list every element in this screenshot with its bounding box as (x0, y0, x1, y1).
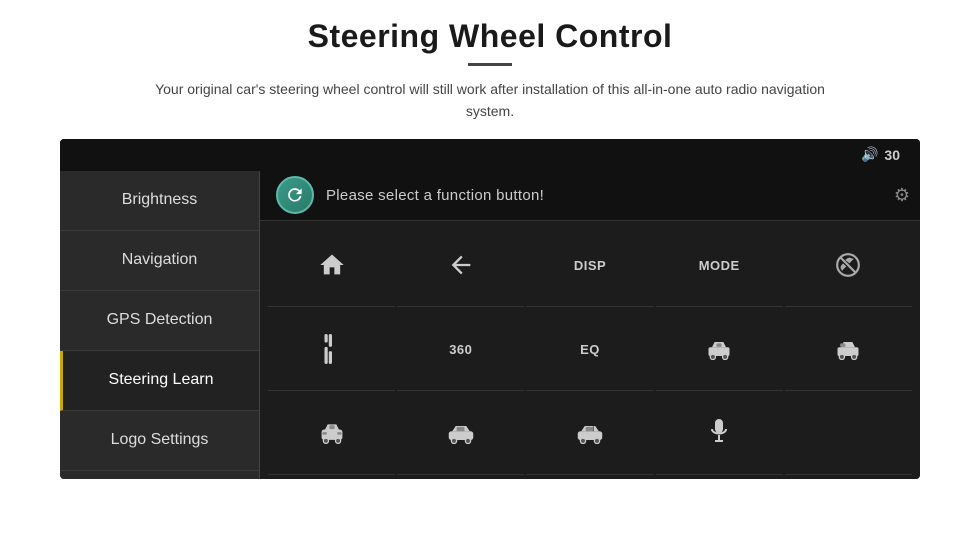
grid-mic-button[interactable] (656, 393, 783, 475)
grid-eq-button[interactable]: EQ (526, 309, 653, 391)
sidebar-item-brightness[interactable]: Brightness (60, 171, 259, 231)
device-topbar: 🔊 30 (60, 139, 920, 171)
page-title: Steering Wheel Control (308, 18, 673, 55)
grid-empty-cell (785, 393, 912, 475)
volume-value: 30 (884, 147, 900, 163)
device-body: Brightness Navigation GPS Detection Stee… (60, 171, 920, 479)
360-label: 360 (449, 342, 472, 357)
grid-car2-button[interactable] (785, 309, 912, 391)
eq-label: EQ (580, 342, 600, 357)
grid-car-front-button[interactable] (268, 393, 395, 475)
grid-disp-button[interactable]: DISP (526, 225, 653, 307)
grid-mode-button[interactable]: MODE (656, 225, 783, 307)
settings-icon: ⚙ (894, 185, 910, 206)
grid-tuner-button[interactable] (268, 309, 395, 391)
grid-car1-button[interactable] (656, 309, 783, 391)
page: Steering Wheel Control Your original car… (0, 0, 980, 544)
sidebar: Brightness Navigation GPS Detection Stee… (60, 171, 260, 479)
sidebar-item-navigation[interactable]: Navigation (60, 231, 259, 291)
volume-icon: 🔊 (861, 146, 878, 163)
button-grid: DISP MODE (260, 221, 920, 479)
sidebar-item-gps-detection[interactable]: GPS Detection (60, 291, 259, 351)
title-divider (468, 63, 512, 66)
sidebar-item-logo-settings[interactable]: Logo Settings (60, 411, 259, 471)
sidebar-item-steering-learn[interactable]: Steering Learn (60, 351, 259, 411)
function-prompt: Please select a function button! (326, 187, 544, 204)
grid-360-button[interactable]: 360 (397, 309, 524, 391)
grid-no-call-button[interactable] (785, 225, 912, 307)
disp-label: DISP (574, 258, 606, 273)
mode-label: MODE (699, 258, 740, 273)
main-content: Please select a function button! ⚙ DISP (260, 171, 920, 479)
refresh-button[interactable] (276, 176, 314, 214)
page-subtitle: Your original car's steering wheel contr… (140, 78, 840, 123)
grid-car-side2-button[interactable] (526, 393, 653, 475)
grid-home-button[interactable] (268, 225, 395, 307)
function-bar: Please select a function button! ⚙ (260, 171, 920, 221)
grid-back-button[interactable] (397, 225, 524, 307)
device-screen: 🔊 30 Brightness Navigation GPS Detection… (60, 139, 920, 479)
grid-car-side1-button[interactable] (397, 393, 524, 475)
